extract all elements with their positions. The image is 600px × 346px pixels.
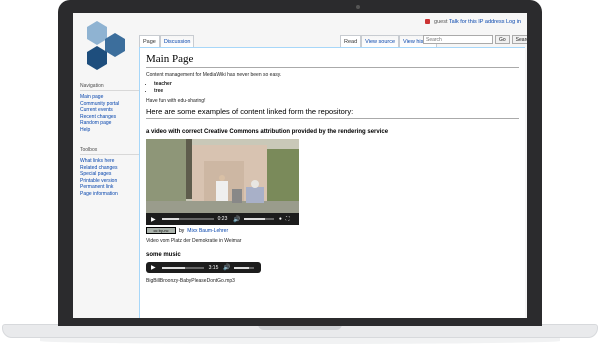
video-tree-trunk [186,139,192,199]
cc-license-badge[interactable]: cc by-nc [146,227,176,234]
browser-screen: guest Talk for this IP address Log in Na… [73,13,527,318]
go-button[interactable]: Go [495,35,510,44]
video-controls: ▶ 0:23 🔊 ● ⛶ [146,213,299,225]
navigation-portal: Navigation Main page Community portal Cu… [80,83,140,134]
logo-hexagon-dark [87,46,107,70]
audio-time: 3:15 [208,264,219,271]
nav-item-recent-changes[interactable]: Recent changes [80,114,140,121]
video-seek-fill [161,218,179,220]
wiki-logo[interactable] [79,19,135,75]
audio-filename: BigBillBroonzy-BabyPleaseDontGo.mp3 [146,278,235,284]
guest-label: guest [434,19,448,25]
toolbox-item-page-information[interactable]: Page information [80,191,140,198]
toolbox-item-special-pages[interactable]: Special pages [80,171,140,178]
volume-icon[interactable]: 🔊 [233,216,240,223]
video-volume-slider[interactable] [243,218,274,220]
logo-hexagon-light [87,21,107,45]
login-link[interactable]: Log in [506,19,521,25]
intro-text: Content management for MediaWiki has nev… [146,72,282,78]
fun-text: Have fun with edu-sharing! [146,98,206,104]
video-heading: a video with correct Creative Commons at… [146,129,389,135]
search-box: Go Search [423,35,527,44]
audio-volume-slider[interactable] [233,266,254,269]
music-heading: some music [146,252,181,258]
toolbox-item-what-links-here[interactable]: What links here [80,158,140,165]
audio-volume-fill [233,266,249,269]
audio-player[interactable]: ▶ 3:15 🔊 [146,262,261,273]
author-link[interactable]: Mixx Baum-Lehrer [187,228,228,234]
page-title: Main Page [146,53,519,68]
audio-seek-bar[interactable] [161,266,204,269]
nav-item-help[interactable]: Help [80,127,140,134]
toolbox-item-permanent-link[interactable]: Permanent link [80,184,140,191]
video-frame [146,139,299,213]
video-seek-bar[interactable] [161,218,214,220]
personal-tools: guest Talk for this IP address Log in [425,19,521,25]
toolbox-heading: Toolbox [80,147,140,155]
toolbox-portal: Toolbox What links here Related changes … [80,147,140,198]
logo-hexagon-mid [105,33,125,57]
fullscreen-icon[interactable]: ⛶ [286,216,290,222]
video-person-mid [232,189,242,203]
video-volume-fill [243,218,265,220]
toolbox-item-related-changes[interactable]: Related changes [80,165,140,172]
navigation-heading: Navigation [80,83,140,91]
user-icon [425,19,431,25]
nav-item-random-page[interactable]: Random page [80,120,140,127]
nav-item-community-portal[interactable]: Community portal [80,101,140,108]
list-item: tree [154,88,519,95]
page-content: Main Page Content management for MediaWi… [139,47,525,318]
camera-icon [356,5,360,9]
video-time: 0:23 [217,216,228,222]
attribution-prefix: by [179,227,185,234]
play-icon[interactable]: ▶ [151,216,156,223]
audio-seek-fill [161,266,185,269]
audio-volume-icon[interactable]: 🔊 [223,264,230,271]
video-caption: Video vom Platz der Demokratie in Weimar [146,238,242,244]
video-person-left [216,181,228,201]
examples-heading: Here are some examples of content linked… [146,107,519,119]
nav-item-main-page[interactable]: Main page [80,94,140,101]
audio-play-icon[interactable]: ▶ [151,264,156,271]
item-list: teacher tree [146,81,519,95]
talk-link[interactable]: Talk for this IP address [449,19,505,25]
toolbox-item-printable-version[interactable]: Printable version [80,178,140,185]
video-player[interactable]: ▶ 0:23 🔊 ● ⛶ [146,139,299,225]
video-person-right [246,187,264,203]
settings-icon[interactable]: ● [279,216,282,222]
list-item: teacher [154,81,519,88]
nav-item-current-events[interactable]: Current events [80,107,140,114]
search-input[interactable] [423,35,493,44]
video-bush [267,149,299,203]
video-person-right-head [251,180,259,188]
search-button[interactable]: Search [511,35,527,44]
video-ground [146,201,299,213]
attribution-line: cc by-nc by Mixx Baum-Lehrer [146,227,519,234]
base-shadow [40,338,560,344]
video-person-left-head [219,175,225,181]
